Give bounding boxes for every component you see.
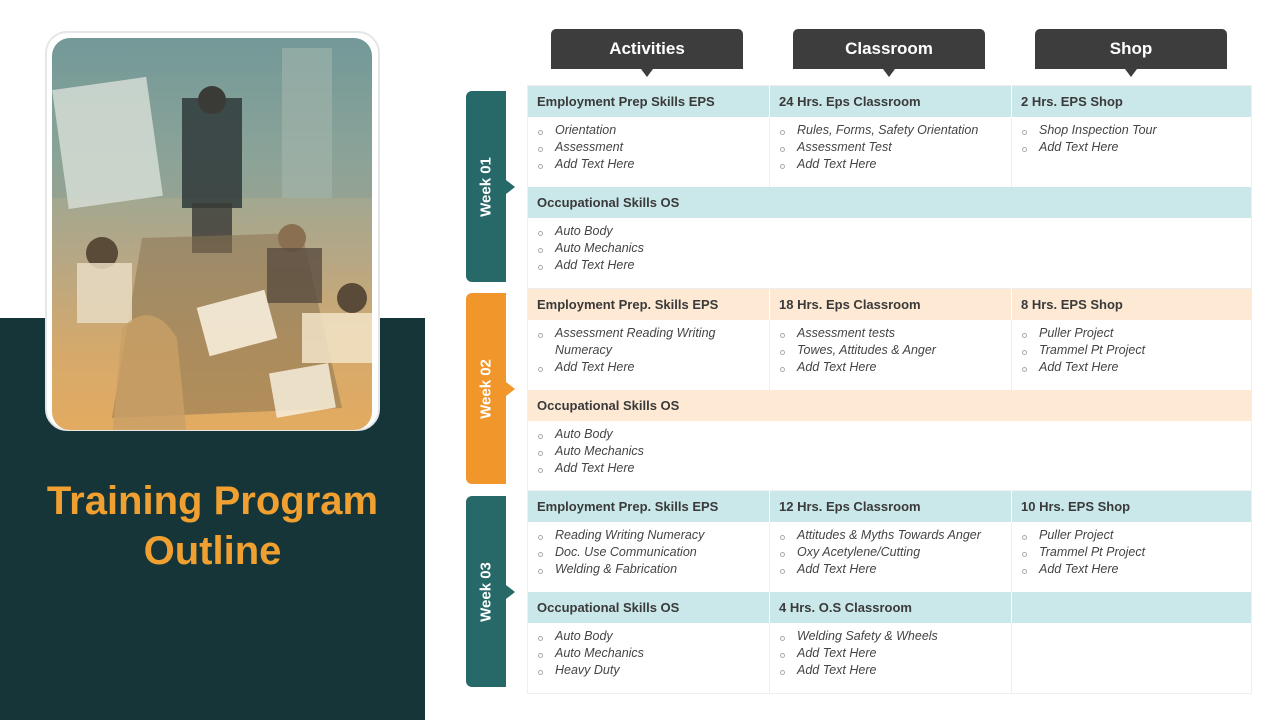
- os-classroom-title: 4 Hrs. O.S Classroom: [770, 592, 1012, 623]
- team-meeting-photo: [52, 38, 372, 430]
- list-item: Add Text Here: [779, 359, 1011, 376]
- eps-header-row: Employment Prep. Skills EPS 18 Hrs. Eps …: [528, 289, 1251, 320]
- list-item: Puller Project: [1021, 325, 1253, 342]
- photo-illustration: [52, 38, 372, 430]
- list-item: Attitudes & Myths Towards Anger: [779, 527, 1011, 544]
- list-item: Add Text Here: [779, 561, 1011, 578]
- list-item: Trammel Pt Project: [1021, 544, 1253, 561]
- activity-title: Employment Prep. Skills EPS: [528, 491, 770, 522]
- list-item: Assessment Test: [779, 139, 1011, 156]
- os-shop-title: [1012, 592, 1253, 623]
- list-item: Puller Project: [1021, 527, 1253, 544]
- list-item: Rules, Forms, Safety Orientation: [779, 122, 1011, 139]
- eps-header-row: Employment Prep Skills EPS 24 Hrs. Eps C…: [528, 86, 1251, 117]
- list-item: Add Text Here: [537, 359, 769, 376]
- list-item: Auto Body: [537, 426, 1253, 443]
- activity-title: Employment Prep Skills EPS: [528, 86, 770, 117]
- week-2-grid: Employment Prep. Skills EPS 18 Hrs. Eps …: [527, 288, 1252, 492]
- list-item: Add Text Here: [537, 156, 769, 173]
- list-item: Welding & Fabrication: [537, 561, 769, 578]
- column-header-classroom: Classroom: [793, 29, 985, 77]
- os-body-row: Auto Body Auto Mechanics Add Text Here: [528, 421, 1251, 491]
- week-label: Week 03: [477, 561, 495, 622]
- week-label: Week 02: [477, 358, 495, 419]
- classroom-title: 24 Hrs. Eps Classroom: [770, 86, 1012, 117]
- classroom-title: 18 Hrs. Eps Classroom: [770, 289, 1012, 320]
- list-item: Assessment Reading Writing Numeracy: [537, 325, 769, 359]
- list-item: Auto Mechanics: [537, 645, 769, 662]
- eps-header-row: Employment Prep. Skills EPS 12 Hrs. Eps …: [528, 491, 1251, 522]
- classroom-list: Rules, Forms, Safety Orientation Assessme…: [779, 122, 1011, 173]
- activity-title: Employment Prep. Skills EPS: [528, 289, 770, 320]
- os-activity-list: Auto Body Auto Mechanics Add Text Here: [537, 426, 1253, 477]
- list-item: Trammel Pt Project: [1021, 342, 1253, 359]
- list-item: Shop Inspection Tour: [1021, 122, 1253, 139]
- os-activity-title: Occupational Skills OS: [537, 195, 680, 210]
- os-header-row: Occupational Skills OS: [528, 187, 1251, 218]
- list-item: Add Text Here: [537, 460, 1253, 477]
- os-activity-list: Auto Body Auto Mechanics Heavy Duty: [537, 628, 769, 679]
- classroom-list: Assessment tests Towes, Attitudes & Anger…: [779, 325, 1011, 376]
- activity-list: Reading Writing Numeracy Doc. Use Communi…: [537, 527, 769, 578]
- classroom-list: Attitudes & Myths Towards Anger Oxy Acety…: [779, 527, 1011, 578]
- list-item: Auto Body: [537, 628, 769, 645]
- list-item: Towes, Attitudes & Anger: [779, 342, 1011, 359]
- list-item: Heavy Duty: [537, 662, 769, 679]
- list-item: Auto Mechanics: [537, 443, 1253, 460]
- activity-list: Assessment Reading Writing Numeracy Add T…: [537, 325, 769, 376]
- shop-list: Shop Inspection Tour Add Text Here: [1021, 122, 1253, 156]
- page-title: Training Program Outline: [46, 479, 379, 573]
- eps-body-row: Assessment Reading Writing Numeracy Add T…: [528, 320, 1251, 390]
- week-tab-3: Week 03: [466, 496, 515, 687]
- list-item: Welding Safety & Wheels: [779, 628, 1011, 645]
- classroom-title: 12 Hrs. Eps Classroom: [770, 491, 1012, 522]
- week-tab-1: Week 01: [466, 91, 515, 282]
- list-item: Assessment: [537, 139, 769, 156]
- list-item: Add Text Here: [1021, 359, 1253, 376]
- list-item: Add Text Here: [779, 662, 1011, 679]
- list-item: Reading Writing Numeracy: [537, 527, 769, 544]
- list-item: Add Text Here: [779, 156, 1011, 173]
- list-item: Auto Body: [537, 223, 1253, 240]
- list-item: Assessment tests: [779, 325, 1011, 342]
- list-item: Add Text Here: [1021, 139, 1253, 156]
- os-classroom-list: Welding Safety & Wheels Add Text Here Add …: [779, 628, 1011, 679]
- eps-body-row: Reading Writing Numeracy Doc. Use Communi…: [528, 522, 1251, 592]
- list-item: Oxy Acetylene/Cutting: [779, 544, 1011, 561]
- os-header-row: Occupational Skills OS 4 Hrs. O.S Classr…: [528, 592, 1251, 623]
- list-item: Add Text Here: [1021, 561, 1253, 578]
- shop-title: 8 Hrs. EPS Shop: [1021, 297, 1123, 312]
- list-item: Add Text Here: [537, 257, 1253, 274]
- eps-body-row: Orientation Assessment Add Text Here Rules…: [528, 117, 1251, 187]
- os-body-row: Auto Body Auto Mechanics Add Text Here: [528, 218, 1251, 288]
- os-header-row: Occupational Skills OS: [528, 390, 1251, 421]
- os-body-row: Auto Body Auto Mechanics Heavy Duty Weldin…: [528, 623, 1251, 693]
- list-item: Add Text Here: [779, 645, 1011, 662]
- os-activity-title: Occupational Skills OS: [537, 398, 680, 413]
- os-activity-title: Occupational Skills OS: [528, 592, 770, 623]
- shop-list: Puller Project Trammel Pt Project Add Text…: [1021, 325, 1253, 376]
- list-item: Orientation: [537, 122, 769, 139]
- week-label: Week 01: [477, 156, 495, 217]
- week-tab-2: Week 02: [466, 293, 515, 484]
- week-3-grid: Employment Prep. Skills EPS 12 Hrs. Eps …: [527, 490, 1252, 694]
- shop-title: 2 Hrs. EPS Shop: [1021, 94, 1123, 109]
- shop-title: 10 Hrs. EPS Shop: [1021, 499, 1131, 514]
- shop-list: Puller Project Trammel Pt Project Add Text…: [1021, 527, 1253, 578]
- list-item: Doc. Use Communication: [537, 544, 769, 561]
- week-1-grid: Employment Prep Skills EPS 24 Hrs. Eps C…: [527, 85, 1252, 289]
- list-item: Auto Mechanics: [537, 240, 1253, 257]
- activity-list: Orientation Assessment Add Text Here: [537, 122, 769, 173]
- os-activity-list: Auto Body Auto Mechanics Add Text Here: [537, 223, 1253, 274]
- column-header-activities: Activities: [551, 29, 743, 77]
- column-header-shop: Shop: [1035, 29, 1227, 77]
